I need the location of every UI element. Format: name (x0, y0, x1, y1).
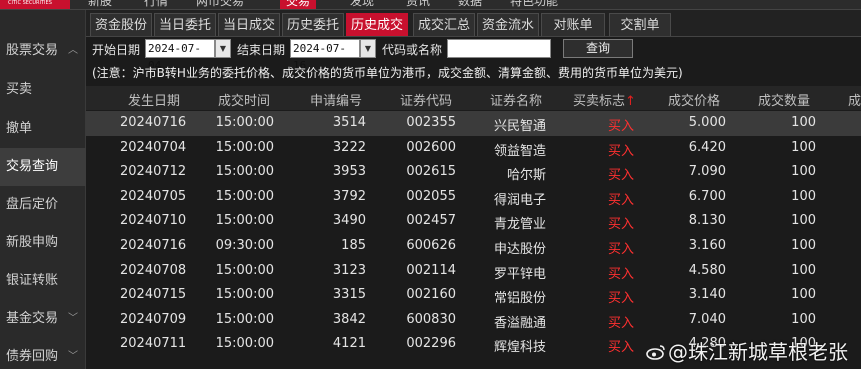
watermark-text: @珠江新城草根老张 (668, 340, 848, 364)
query-tabs: 资金股份 当日委托 当日成交 历史委托 历史成交 成交汇总 资金流水 对账单 交… (86, 10, 861, 37)
topnav-trade[interactable]: 交易 (280, 0, 317, 9)
sidebar-item-label: 基金交易 (6, 311, 59, 326)
currency-notice: (注意：沪市B转H业务的委托价格、成交价格的货币单位为港币，成交金额、清算金额、… (92, 66, 683, 80)
col-qty[interactable]: 成交数量 (758, 90, 810, 109)
cell-qty: 100 (791, 262, 816, 278)
cell-qty: 100 (791, 311, 816, 327)
sidebar-item-buy-sell[interactable]: 买卖 (0, 71, 86, 109)
code-input[interactable] (447, 39, 551, 58)
chevron-down-icon[interactable]: ▼ (360, 39, 376, 58)
col-flag-label: 买卖标志 (573, 94, 626, 109)
logo-text: CITIC SECURITIES (8, 0, 52, 6)
sidebar-item-label: 新股申购 (6, 235, 59, 250)
sidebar-item-bond-repo[interactable]: 债券回购 ﹀ (0, 338, 86, 369)
watermark: @珠江新城草根老张 (646, 336, 848, 365)
sidebar-item-label: 银证转账 (6, 273, 59, 288)
sidebar-item-label: 买卖 (6, 82, 33, 97)
end-date-label: 结束日期 (237, 43, 286, 57)
chevron-down-icon: ﹀ (68, 313, 78, 324)
sidebar-item-bank-transfer[interactable]: 银证转账 (0, 262, 86, 300)
topnav-quotes[interactable]: 行情 (138, 0, 174, 9)
col-name[interactable]: 证券名称 (490, 90, 542, 109)
tab-statement[interactable]: 对账单 (541, 13, 605, 36)
topnav-two-market[interactable]: 两市交易 (190, 0, 250, 9)
tab-deal-summary[interactable]: 成交汇总 (413, 13, 475, 36)
top-nav: CITIC SECURITIES 新股 行情 两市交易 交易 发现 资讯 数据 … (0, 0, 861, 10)
end-date-field[interactable]: 2024-07-16 (290, 39, 360, 72)
col-date[interactable]: 发生日期 (128, 90, 180, 109)
table-row[interactable]: 20240709 15:00:00 3842 600830 香溢融通 买入 7.040 100 (86, 308, 861, 333)
tab-history-orders[interactable]: 历史委托 (282, 13, 344, 36)
topnav-data[interactable]: 数据 (452, 0, 488, 9)
cell-qty: 100 (791, 287, 816, 303)
sidebar-item-label: 撤单 (6, 121, 33, 136)
sidebar-item-after-hours[interactable]: 盘后定价 (0, 186, 86, 224)
topnav-news[interactable]: 资讯 (400, 0, 436, 9)
table-row[interactable]: 20240704 15:00:00 3222 002600 领益智造 买入 6.420 100 (86, 136, 861, 161)
col-amount[interactable]: 成 (848, 90, 861, 109)
col-price[interactable]: 成交价格 (668, 90, 720, 109)
cell-qty: 100 (791, 115, 816, 130)
col-time[interactable]: 成交时间 (218, 90, 270, 109)
brand-logo: CITIC SECURITIES (0, 0, 70, 9)
sidebar-item-label: 盘后定价 (6, 197, 59, 212)
cell-qty: 100 (791, 164, 816, 180)
col-code[interactable]: 证券代码 (400, 90, 452, 109)
table-row[interactable]: 20240710 15:00:00 3490 002457 青龙管业 买入 8.130 100 (86, 209, 861, 234)
sidebar-item-trade-query[interactable]: 交易查询 (0, 148, 86, 186)
cell-qty: 100 (791, 139, 816, 155)
topnav-new-stock[interactable]: 新股 (82, 0, 118, 9)
tab-fund-flow[interactable]: 资金流水 (477, 13, 539, 36)
sidebar-item-label: 交易查询 (6, 159, 59, 174)
sidebar-item-stock-trading[interactable]: 股票交易 ︿ (0, 32, 86, 70)
filter-bar: 开始日期 2024-07-04 ▼ 结束日期 2024-07-16 ▼ 代码或名… (86, 37, 861, 72)
table-row[interactable]: 20240712 15:00:00 3953 002615 哈尔斯 买入 7.090 100 (86, 160, 861, 185)
table-row[interactable]: 20240708 15:00:00 3123 002114 罗平锌电 买入 4.580 100 (86, 259, 861, 284)
cell-qty: 100 (791, 213, 816, 229)
start-date-field[interactable]: 2024-07-04 (145, 39, 215, 72)
sidebar-item-cancel[interactable]: 撤单 (0, 110, 86, 148)
tab-funds-shares[interactable]: 资金股份 (90, 13, 152, 36)
sidebar-item-label: 股票交易 (6, 43, 59, 58)
table-row[interactable]: 20240716 15:00:00 3514 002355 兴民智通 买入 5.000 100 (86, 111, 861, 136)
cell-qty: 100 (791, 238, 816, 253)
chevron-down-icon: ﹀ (68, 351, 78, 362)
tab-today-deals[interactable]: 当日成交 (218, 13, 280, 36)
chevron-up-icon: ︿ (68, 45, 78, 56)
col-apply-no[interactable]: 申请编号 (310, 90, 362, 109)
tab-history-deals[interactable]: 历史成交 (346, 13, 408, 36)
sort-arrow-icon: ↑ (625, 94, 636, 109)
cell-qty: 100 (791, 188, 816, 204)
sidebar-item-fund-trading[interactable]: 基金交易 ﹀ (0, 300, 86, 338)
table-row[interactable]: 20240705 15:00:00 3792 002055 得润电子 买入 6.700 100 (86, 185, 861, 210)
chevron-down-icon[interactable]: ▼ (215, 39, 231, 58)
code-label: 代码或名称 (382, 43, 443, 57)
table-header: 发生日期 成交时间 申请编号 证券代码 证券名称 买卖标志↑ 成交价格 成交数量… (86, 86, 861, 110)
query-button[interactable]: 查询 (563, 39, 633, 58)
sidebar-item-label: 债券回购 (6, 349, 59, 364)
weibo-icon (646, 341, 666, 360)
tab-today-orders[interactable]: 当日委托 (154, 13, 216, 36)
topnav-discover[interactable]: 发现 (344, 0, 380, 9)
table-row[interactable]: 20240715 15:00:00 3315 002160 常铝股份 买入 3.140 100 (86, 283, 861, 308)
table-row[interactable]: 20240716 09:30:00 185 600626 申达股份 买入 3.160 100 (86, 234, 861, 259)
col-flag[interactable]: 买卖标志↑ (573, 90, 636, 109)
sidebar-item-ipo[interactable]: 新股申购 (0, 224, 86, 262)
start-date-label: 开始日期 (92, 43, 141, 57)
tab-delivery-note[interactable]: 交割单 (609, 13, 671, 36)
topnav-features[interactable]: 特色功能 (504, 0, 564, 9)
sidebar: 股票交易 ︿ 买卖 撤单 交易查询 盘后定价 新股申购 银证转账 基金交易 ﹀ … (0, 10, 86, 369)
